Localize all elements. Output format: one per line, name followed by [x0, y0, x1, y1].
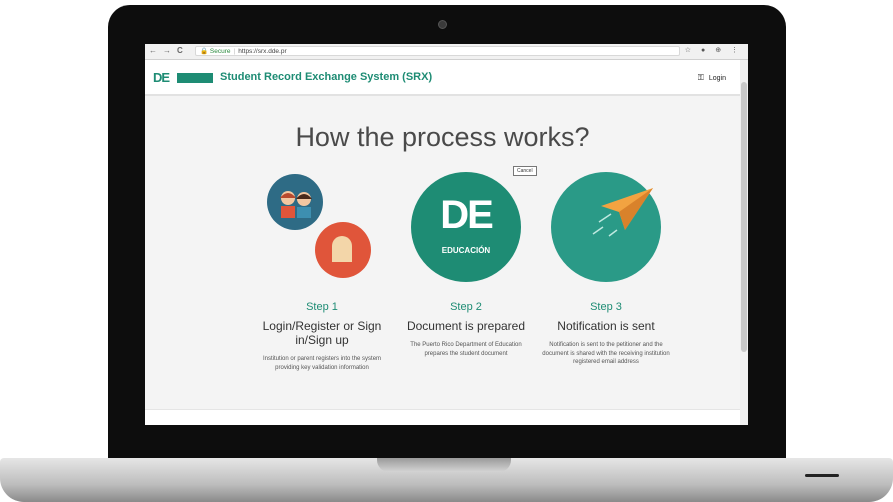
- badge-caption: EDUCACIÓN: [441, 246, 491, 255]
- lock-icon: 🔒: [200, 48, 209, 55]
- step-2-title: Document is prepared: [406, 319, 526, 333]
- laptop-screen: ← → C 🔒 Secure | https://srx.dde.pr ☆ ● ⊕ …: [145, 44, 748, 425]
- address-bar[interactable]: 🔒 Secure | https://srx.dde.pr: [195, 46, 680, 56]
- step-3-title: Notification is sent: [557, 319, 655, 333]
- logo-text: DE: [153, 70, 170, 85]
- door-icon: [332, 236, 352, 262]
- education-badge: DE EDUCACIÓN: [411, 172, 521, 282]
- step-1-number: Step 1: [306, 301, 338, 313]
- back-button[interactable]: ←: [149, 46, 157, 56]
- laptop-opening-notch: [377, 458, 511, 472]
- forward-button[interactable]: →: [163, 46, 171, 56]
- logo-wordmark: [177, 73, 213, 83]
- badge-de-text: DE: [440, 193, 494, 237]
- scrollbar-thumb[interactable]: [741, 82, 747, 352]
- step-1: Step 1 Login/Register or Sign in/Sign up…: [257, 301, 387, 372]
- cancel-tooltip[interactable]: Cancel: [513, 166, 537, 176]
- paper-plane-icon: [592, 188, 653, 237]
- login-label: Login: [708, 75, 726, 82]
- de-logo[interactable]: DE: [153, 71, 213, 85]
- document-illustration: [315, 222, 371, 278]
- url-text: https://srx.dde.pr: [238, 48, 287, 55]
- secure-label: Secure: [209, 48, 231, 55]
- next-section-edge: [145, 409, 740, 425]
- people-icon: [280, 191, 312, 218]
- reload-button[interactable]: C: [177, 46, 183, 56]
- browser-extension-icons[interactable]: ☆ ● ⊕ ⋮: [685, 46, 742, 54]
- step-3: Step 3 Notification is sent Notification…: [541, 301, 671, 367]
- address-separator: |: [233, 48, 236, 55]
- step-3-number: Step 3: [590, 301, 622, 313]
- site-header: DE Student Record Exchange System (SRX) …: [145, 60, 748, 96]
- step-1-title: Login/Register or Sign in/Sign up: [262, 319, 382, 347]
- key-icon: ⚿: [697, 73, 704, 82]
- step-2: Step 2 Document is prepared The Puerto R…: [401, 301, 531, 358]
- browser-toolbar: ← → C 🔒 Secure | https://srx.dde.pr ☆ ● ⊕ …: [145, 44, 748, 60]
- camera-icon: [438, 20, 447, 29]
- site-title: Student Record Exchange System (SRX): [220, 71, 433, 83]
- people-illustration: [267, 174, 323, 230]
- laptop-indicator: [805, 474, 839, 477]
- step-3-description: Notification is sent to the petitioner a…: [542, 342, 670, 365]
- notification-illustration: [551, 172, 661, 282]
- page-heading: How the process works?: [295, 122, 590, 152]
- login-link[interactable]: ⚿ Login: [698, 73, 726, 83]
- page-scrollbar[interactable]: [740, 60, 748, 425]
- step-1-description: Institution or parent registers into the…: [262, 356, 382, 371]
- step-2-description: The Puerto Rico Department of Education …: [410, 342, 522, 357]
- step-2-number: Step 2: [450, 301, 482, 313]
